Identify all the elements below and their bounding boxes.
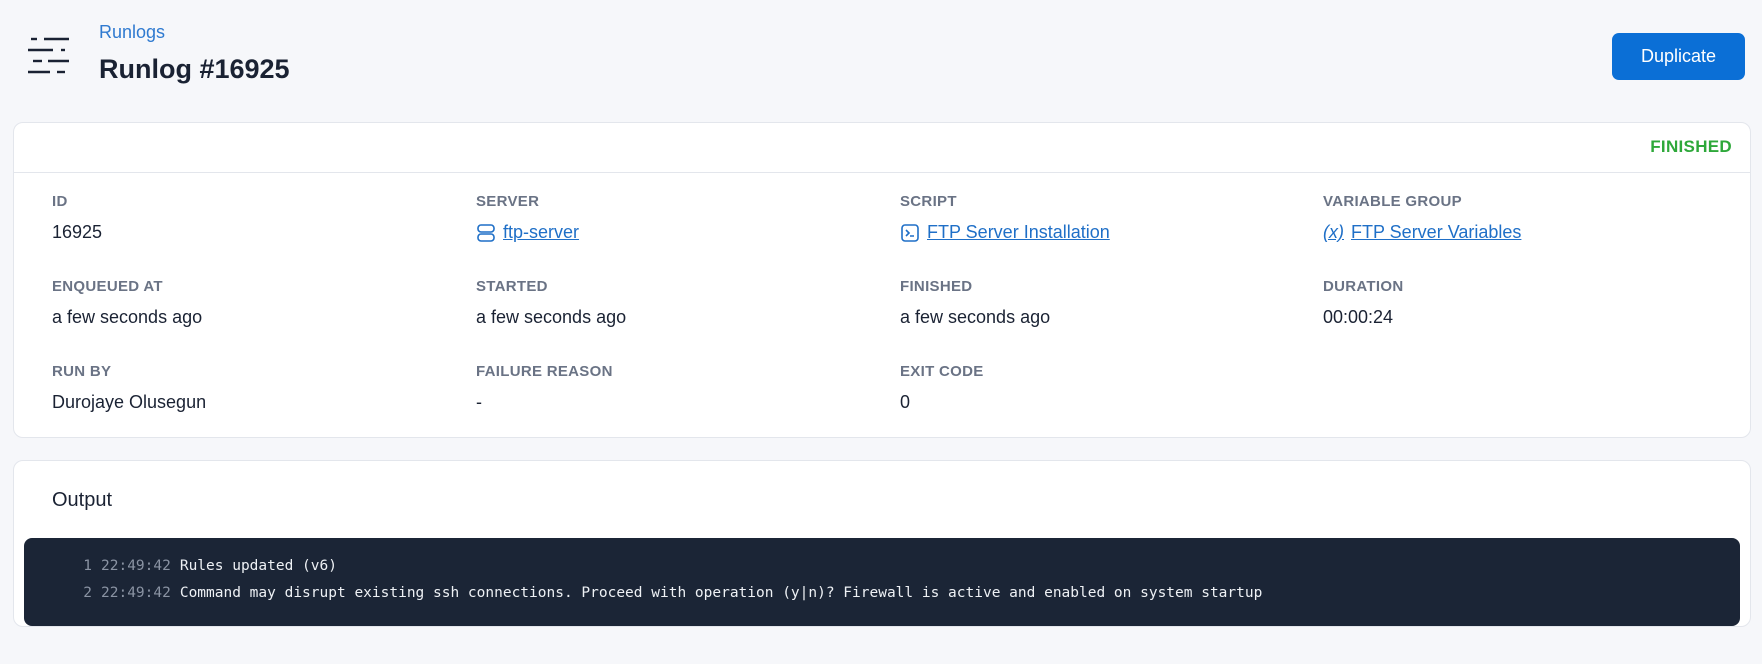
field-id: ID 16925: [52, 193, 102, 243]
divider: [14, 172, 1750, 173]
field-value: -: [476, 392, 482, 412]
field-value: 16925: [52, 222, 103, 242]
field-script: SCRIPT FTP Server Installation: [900, 193, 1110, 243]
field-label: VARIABLE GROUP: [1323, 193, 1462, 210]
log-line: 2 22:49:42 Command may disrupt existing ss…: [24, 585, 1740, 612]
field-value: Durojaye Olusegun: [52, 392, 207, 412]
field-label: EXIT CODE: [900, 363, 984, 380]
status-badge: FINISHED: [1650, 137, 1732, 156]
log-text: Rules updated (v6): [179, 558, 337, 574]
field-enqueued-at: ENQUEUED AT a few seconds ago: [52, 278, 202, 328]
field-exit-code: EXIT CODE 0: [900, 363, 984, 413]
log-text: Command may disrupt existing ssh connect…: [179, 585, 1263, 601]
field-value: a few seconds ago: [900, 307, 1051, 327]
field-label: ID: [52, 193, 68, 210]
field-value: 0: [900, 392, 911, 412]
field-started: STARTED a few seconds ago: [476, 278, 626, 328]
field-failure-reason: FAILURE REASON -: [476, 363, 613, 413]
field-value: 00:00:24: [1323, 307, 1394, 327]
server-name: ftp-server: [503, 222, 580, 242]
variable-group-name: FTP Server Variables: [1351, 222, 1522, 242]
log-timestamp: 22:49:42: [101, 558, 171, 574]
field-label: SERVER: [476, 193, 540, 210]
field-variable-group: VARIABLE GROUP (x) FTP Server Variables: [1323, 193, 1521, 243]
output-title: Output: [52, 489, 113, 511]
field-label: FINISHED: [900, 278, 973, 295]
server-icon: [477, 223, 495, 242]
field-run-by: RUN BY Durojaye Olusegun: [52, 363, 206, 413]
field-label: FAILURE REASON: [476, 363, 613, 380]
log-line: 1 22:49:42 Rules updated (v6): [24, 558, 1740, 585]
runlogs-icon: [28, 37, 69, 74]
script-name: FTP Server Installation: [927, 222, 1110, 242]
variable-icon: (x): [1323, 222, 1344, 242]
field-finished: FINISHED a few seconds ago: [900, 278, 1050, 328]
field-value: a few seconds ago: [52, 307, 203, 327]
field-label: ENQUEUED AT: [52, 278, 163, 295]
script-link[interactable]: FTP Server Installation: [900, 222, 1110, 243]
variable-group-link[interactable]: (x) FTP Server Variables: [1323, 222, 1521, 243]
field-duration: DURATION 00:00:24: [1323, 278, 1403, 328]
output-card: Output 1 22:49:42 Rules updated (v6) 2 22:4…: [13, 460, 1751, 627]
field-label: STARTED: [476, 278, 548, 295]
page-title: Runlog #16925: [99, 54, 290, 84]
log-timestamp: 22:49:42: [101, 585, 171, 601]
output-terminal: 1 22:49:42 Rules updated (v6) 2 22:49:42 Com…: [24, 538, 1740, 626]
breadcrumb-runlogs[interactable]: Runlogs: [99, 22, 165, 43]
field-server: SERVER ftp-server: [476, 193, 579, 243]
field-label: SCRIPT: [900, 193, 957, 210]
duplicate-button[interactable]: Duplicate: [1612, 33, 1745, 80]
line-number: 2: [83, 585, 92, 601]
line-number: 1: [83, 558, 92, 574]
field-value: a few seconds ago: [476, 307, 627, 327]
server-link[interactable]: ftp-server: [476, 222, 579, 243]
field-label: RUN BY: [52, 363, 112, 380]
field-label: DURATION: [1323, 278, 1404, 295]
terminal-icon: [901, 223, 919, 242]
runlog-details-card: FINISHED ID 16925 SERVER ftp-server SCRIP…: [13, 122, 1751, 438]
